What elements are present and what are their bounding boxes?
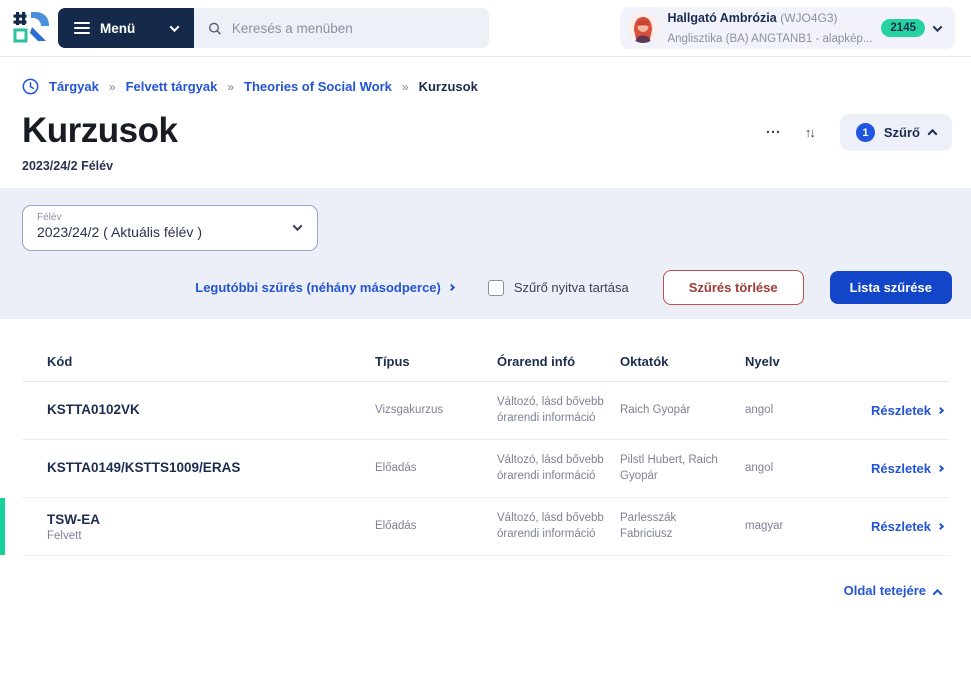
course-schedule: Változó, lásd bővebb órarendi információ [497,395,620,426]
breadcrumb-felvett-targyak[interactable]: Felvett tárgyak [126,79,218,94]
semester-select-value: 2023/24/2 ( Aktuális félév ) [37,224,303,240]
course-type: Vizsgakurzus [375,403,497,419]
table-row: TSW-EA Felvett Előadás Változó, lásd bőv… [22,498,949,556]
chevron-up-icon [928,129,938,139]
details-link[interactable]: Részletek [871,403,949,418]
active-filter-count-badge: 1 [856,123,875,142]
more-options-icon[interactable]: ··· [758,118,789,147]
column-header-language: Nyelv [745,354,857,369]
course-table: Kód Típus Órarend infó Oktatók Nyelv KST… [22,343,949,556]
semester-subtitle: 2023/24/2 Félév [0,151,971,173]
chevron-right-icon [937,465,944,472]
apply-filter-button[interactable]: Lista szűrése [830,271,952,304]
filter-panel: Félév 2023/24/2 ( Aktuális félév ) Legut… [0,188,971,319]
course-teachers: Raich Gyopár [620,403,745,419]
breadcrumb-targyak[interactable]: Tárgyak [49,79,99,94]
sort-icon[interactable]: ↑↓ [797,119,822,146]
recent-filter-label: Legutóbbi szűrés (néhány másodperce) [195,280,441,295]
details-label: Részletek [871,403,931,418]
page-title: Kurzusok [22,111,177,151]
breadcrumb-separator: » [109,80,116,94]
breadcrumb: Tárgyak » Felvett tárgyak » Theories of … [0,57,971,95]
column-header-type: Típus [375,354,497,369]
course-teachers: Parlesszák Fabriciusz [620,511,745,542]
course-schedule: Változó, lásd bővebb órarendi információ [497,511,620,542]
details-link[interactable]: Részletek [871,461,949,476]
neptun-courses-page: Menü [0,0,971,687]
main-menu-button[interactable]: Menü [58,8,194,48]
breadcrumb-separator: » [402,80,409,94]
column-header-code: Kód [47,354,375,369]
chevron-down-icon [170,22,180,32]
menu-search-box [194,8,489,48]
semester-select-label: Félév [37,212,303,223]
page-footer: Oldal tetejére [0,556,971,598]
column-header-teachers: Oktatók [620,354,745,369]
user-info: Hallgató Ambrózia (WJO4G3) Anglisztika (… [667,8,872,48]
filter-button-label: Szűrő [884,125,920,140]
user-name: Hallgató Ambrózia [667,11,776,25]
title-toolbar: ··· ↑↓ 1 Szűrő [758,114,952,151]
table-row: KSTTA0102VK Vizsgakurzus Változó, lásd b… [22,382,949,440]
course-code: KSTTA0149/KSTTS1009/ERAS [47,460,375,478]
title-row: Kurzusok ··· ↑↓ 1 Szűrő [0,95,971,151]
chevron-right-icon [937,523,944,530]
course-teachers: Pilstl Hubert, Raich Gyopár [620,453,745,484]
menu-search-group: Menü [58,8,489,48]
search-icon [208,21,222,36]
column-header-schedule: Órarend infó [497,354,620,369]
breadcrumb-current: Kurzusok [419,79,478,94]
user-menu[interactable]: Hallgató Ambrózia (WJO4G3) Anglisztika (… [620,7,955,49]
chevron-up-icon [933,589,943,599]
user-avatar [628,13,658,43]
neptun-logo-icon [10,9,50,47]
table-row: KSTTA0149/KSTTS1009/ERAS Előadás Változó… [22,440,949,498]
course-language: angol [745,403,857,419]
course-type: Előadás [375,519,497,535]
course-schedule: Változó, lásd bővebb órarendi információ [497,453,620,484]
course-language: angol [745,461,857,477]
history-clock-icon [22,78,39,95]
top-bar: Menü [0,0,971,57]
clear-filter-button[interactable]: Szűrés törlése [663,270,804,305]
details-label: Részletek [871,461,931,476]
filter-actions-row: Legutóbbi szűrés (néhány másodperce) Szű… [22,270,952,305]
semester-select[interactable]: Félév 2023/24/2 ( Aktuális félév ) [22,205,318,251]
chevron-right-icon [937,407,944,414]
user-program: Anglisztika (BA) ANGTANB1 - alapkép... [667,33,872,45]
breadcrumb-subject[interactable]: Theories of Social Work [244,79,392,94]
course-code: TSW-EA Felvett [47,512,375,542]
course-language: magyar [745,519,857,535]
credit-badge: 2145 [881,19,925,37]
menu-label: Menü [100,21,135,36]
filter-toggle-button[interactable]: 1 Szűrő [840,114,952,151]
back-to-top-link[interactable]: Oldal tetejére [844,583,941,598]
table-header-row: Kód Típus Órarend infó Oktatók Nyelv [22,343,949,382]
details-link[interactable]: Részletek [871,519,949,534]
breadcrumb-separator: » [227,80,234,94]
back-to-top-label: Oldal tetejére [844,583,926,598]
hamburger-icon [74,22,90,34]
keep-filter-open-checkbox[interactable] [488,280,504,296]
menu-search-input[interactable] [232,21,475,36]
keep-filter-open-group: Szűrő nyitva tartása [488,280,629,296]
keep-filter-open-label: Szűrő nyitva tartása [514,280,629,295]
course-status: Felvett [47,530,375,542]
course-type: Előadás [375,461,497,477]
recent-filter-link[interactable]: Legutóbbi szűrés (néhány másodperce) [195,280,454,295]
details-label: Részletek [871,519,931,534]
chevron-down-icon [933,22,943,32]
chevron-right-icon [448,284,455,291]
user-neptun-code: (WJO4G3) [780,11,837,25]
course-code: KSTTA0102VK [47,402,375,420]
